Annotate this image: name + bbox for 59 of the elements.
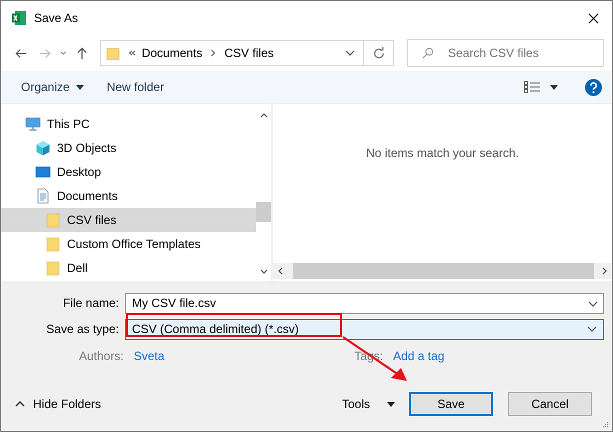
- hide-folders-button[interactable]: Hide Folders: [33, 397, 102, 411]
- empty-message: No items match your search.: [366, 146, 519, 160]
- organize-menu-button[interactable]: Organize: [21, 80, 70, 94]
- file-name-label: File name:: [62, 296, 120, 310]
- new-folder-button[interactable]: New folder: [106, 80, 164, 94]
- close-icon[interactable]: [588, 12, 599, 24]
- chevron-down-icon[interactable]: [345, 50, 356, 56]
- cube-icon: [35, 140, 51, 156]
- folder-tree-item[interactable]: Desktop: [1, 160, 256, 184]
- caret-icon[interactable]: [387, 402, 395, 406]
- file-type-dropdown[interactable]: CSV (Comma delimited) (*.csv): [125, 318, 604, 340]
- search-icon: [422, 47, 434, 59]
- folder-icon: [106, 46, 120, 60]
- up-arrow-icon[interactable]: [76, 46, 88, 60]
- folder-tree-item[interactable]: Custom Office Templates: [1, 232, 256, 256]
- tools-menu-button[interactable]: Tools: [342, 397, 370, 411]
- folder-icon: [45, 236, 61, 252]
- scroll-down-icon[interactable]: [260, 269, 268, 275]
- authors-label: Authors:: [79, 349, 124, 363]
- document-icon: [35, 188, 51, 204]
- refresh-button[interactable]: [364, 40, 394, 66]
- add-tag-link[interactable]: Add a tag: [393, 349, 444, 363]
- authors-link[interactable]: Sveta: [134, 349, 164, 363]
- cancel-button[interactable]: Cancel: [508, 392, 592, 416]
- view-options-icon[interactable]: [524, 81, 540, 93]
- scroll-right-icon[interactable]: [602, 267, 608, 275]
- folder-tree-item[interactable]: Dell: [1, 256, 256, 280]
- monitor-icon: [35, 164, 51, 180]
- folder-tree-item[interactable]: 3D Objects: [1, 136, 256, 160]
- folder-tree-item[interactable]: This PC: [1, 112, 256, 136]
- scrollbar-thumb[interactable]: [256, 202, 271, 222]
- caret-icon[interactable]: [550, 84, 558, 90]
- chevron-down-icon[interactable]: [588, 300, 598, 306]
- window-title: Save As: [34, 11, 80, 25]
- spreadsheet-app-icon: [11, 10, 27, 26]
- save-button[interactable]: Save: [409, 392, 493, 416]
- folder-tree-item[interactable]: CSV files: [1, 208, 256, 232]
- help-icon[interactable]: [585, 78, 602, 96]
- save-as-type-label: Save as type:: [45, 322, 120, 336]
- folder-icon: [45, 212, 61, 228]
- breadcrumb-item[interactable]: CSV files: [224, 46, 274, 60]
- back-arrow-icon[interactable]: [15, 46, 28, 60]
- folder-tree-item[interactable]: Documents: [1, 184, 256, 208]
- search-field[interactable]: Search CSV files: [407, 39, 604, 67]
- double-chevron-icon[interactable]: [128, 50, 136, 56]
- folder-icon: [45, 260, 61, 276]
- address-bar[interactable]: Documents CSV files: [100, 40, 364, 66]
- scroll-up-icon[interactable]: [260, 112, 268, 118]
- chevron-right-icon: [210, 49, 216, 57]
- scroll-left-icon[interactable]: [277, 267, 283, 275]
- resize-grip-icon[interactable]: [603, 422, 609, 428]
- chevron-up-icon[interactable]: [15, 401, 25, 407]
- breadcrumb-item[interactable]: Documents: [142, 46, 202, 60]
- file-name-field[interactable]: My CSV file.csv: [125, 292, 604, 314]
- refresh-icon: [372, 47, 385, 59]
- computer-icon: [25, 116, 41, 132]
- chevron-down-icon: [587, 326, 597, 332]
- chevron-down-icon[interactable]: [60, 50, 67, 56]
- caret-icon: [76, 84, 84, 90]
